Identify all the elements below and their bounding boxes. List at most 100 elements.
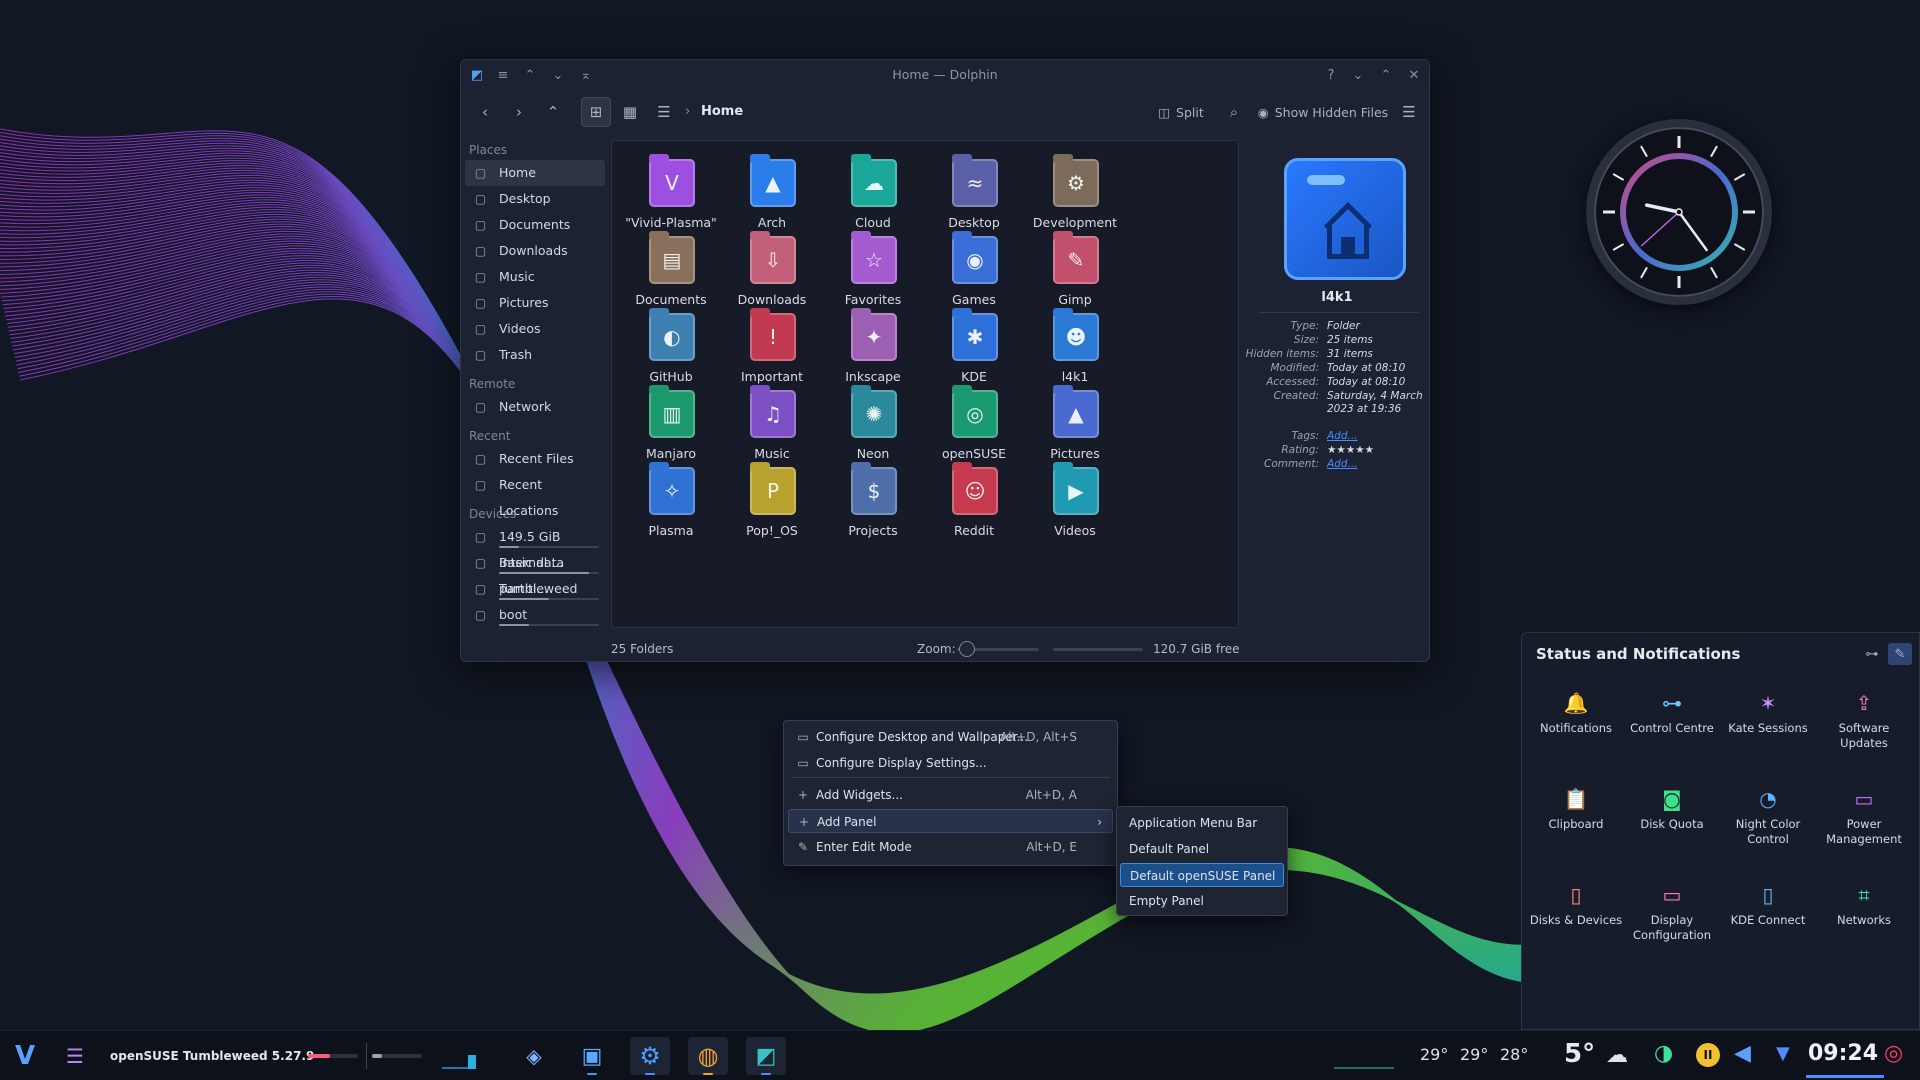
tray-item[interactable]: ⌗ Networks [1816,881,1912,928]
places-item[interactable]: ▢ Downloads [465,238,605,264]
folder-item[interactable]: ☺ Reddit [919,457,1029,547]
places-item[interactable]: ▢ 149.5 GiB Internal ... [465,524,605,570]
taskbar-app-firefox[interactable]: ◍ [688,1037,728,1075]
taskbar-app-tool[interactable]: ◈ [514,1037,554,1075]
file-grid[interactable]: V "Vivid-Plasma" ▲ Arch ☁ Cloud ≈ Deskto… [611,140,1239,628]
back-button[interactable]: ‹ [471,97,499,127]
places-item[interactable]: ▢ Recent Files [465,446,605,472]
tray-expand-icon[interactable]: ▼ [1776,1043,1790,1064]
volume-icon[interactable]: ◀ [1734,1041,1751,1066]
launcher-v-icon: V [14,1041,36,1071]
tray-item[interactable]: ▯ KDE Connect [1720,881,1816,928]
forward-button[interactable]: › [505,97,533,127]
tray-item[interactable]: ◔ Night Color Control [1720,785,1816,847]
places-item[interactable]: ▢ Documents [465,212,605,238]
folder-item[interactable]: $ Projects [818,457,928,547]
compact-view-button[interactable]: ▦ [615,97,645,127]
status-notifications-popup[interactable]: Status and Notifications ⊶ ✎ 🔔 Notificat… [1521,632,1920,1030]
tray-item[interactable]: ⊶ Control Centre [1624,689,1720,736]
taskbar-app-settings[interactable]: ⚙ [630,1037,670,1075]
places-item[interactable]: ▢ Trash [465,342,605,368]
places-item[interactable]: ▢ Music [465,264,605,290]
folder-emblem: ☻ [1065,325,1087,349]
menu-item-shortcut: Alt+D, A [1025,788,1077,802]
window-list-button[interactable]: ☰ [60,1037,90,1075]
folder-item[interactable]: ▶ Videos [1020,457,1130,547]
tray-item[interactable]: ▭ Display Configuration [1624,881,1720,943]
places-item[interactable]: ▢ boot [465,602,605,628]
add-panel-submenu[interactable]: Application Menu Bar Default Panel Default… [1116,806,1288,916]
show-hidden-files-button[interactable]: ◉ Show Hidden Files [1255,97,1391,127]
places-item[interactable]: ▢ Home [465,160,605,186]
info-value[interactable]: Add... [1327,458,1425,471]
submenu-item[interactable]: Empty Panel [1120,889,1284,913]
close-icon[interactable]: ✕ [1403,64,1425,86]
places-item[interactable]: ▢ Recent Locations [465,472,605,518]
icons-view-button[interactable]: ⊞ [581,97,611,127]
context-menu-item[interactable]: ✎ Enter Edit Mode Alt+D, E [788,835,1113,859]
places-item[interactable]: ▢ Network [465,394,605,420]
context-menu-item[interactable]: ▭ Configure Desktop and Wallpaper... Alt… [788,725,1113,749]
minimize-icon[interactable]: ⌄ [1347,64,1369,86]
taskbar-app-dolphin[interactable]: ◩ [746,1037,786,1075]
dolphin-window[interactable]: ◩ ≡ ⌃ ⌄ ⌅ Home — Dolphin ? ⌄ ⌃ ✕ ‹ › ⌃ ⊞… [460,59,1430,662]
places-item[interactable]: ▢ Basic data partiti... [465,550,605,596]
rating-stars[interactable]: ★★★★★ [1327,444,1425,457]
places-item[interactable]: ▢ Pictures [465,290,605,316]
context-menu-item[interactable]: + Add Widgets... Alt+D, A [788,783,1113,807]
help-icon[interactable]: ? [1320,64,1342,86]
submenu-item[interactable]: Default Panel [1120,837,1284,861]
weather-temp[interactable]: 5° [1564,1039,1595,1069]
info-value[interactable]: Add... [1327,430,1425,443]
pause-icon[interactable]: II [1696,1043,1720,1067]
taskbar-app-discover[interactable]: ▣ [572,1037,612,1075]
activity-graph [1334,1067,1394,1069]
places-item[interactable]: ▢ Tumbleweed [465,576,605,602]
maximize-icon[interactable]: ⌃ [1375,64,1397,86]
context-menu-item[interactable]: + Add Panel › [788,809,1113,833]
tray-item[interactable]: ⇪ Software Updates [1816,689,1912,751]
folder-icon: V [649,154,695,207]
folder-icon: ⚙ [1053,154,1099,207]
analog-clock-widget[interactable] [1586,119,1772,305]
search-icon: ⌕ [1229,103,1239,121]
information-panel: l4k1 Type: Folder Size: 25 items Hidden … [1246,140,1425,628]
eye-icon: ◉ [1257,104,1269,120]
tray-item[interactable]: ◙ Disk Quota [1624,785,1720,832]
tray-item-label: Night Color Control [1735,817,1801,846]
up-button[interactable]: ⌃ [539,97,567,127]
title-bar[interactable]: ◩ ≡ ⌃ ⌄ ⌅ Home — Dolphin ? ⌄ ⌃ ✕ [461,60,1429,90]
info-row: Size: 25 items [1249,334,1425,348]
folder-icon: ▲ [750,154,796,207]
tray-item[interactable]: ✶ Kate Sessions [1720,689,1816,736]
split-button[interactable]: ◫ Split [1149,97,1213,127]
tray-item[interactable]: ▭ Power Management [1816,785,1912,847]
folder-item[interactable]: ✧ Plasma [616,457,726,547]
configure-button[interactable]: ⊶ [1860,643,1884,665]
pin-button[interactable]: ✎ [1888,643,1912,665]
tray-item[interactable]: ▯ Disks & Devices [1528,881,1624,928]
audio-player-icon[interactable]: ◑ [1654,1041,1673,1066]
application-launcher-button[interactable]: V [8,1037,42,1075]
tray-item[interactable]: 📋 Clipboard [1528,785,1624,832]
breadcrumb[interactable]: Home [701,97,743,127]
info-key: Comment: [1264,458,1319,470]
home-icon: ▢ [474,166,487,180]
folder-icon: ♫ [750,385,796,438]
search-button[interactable]: ⌕ [1219,97,1249,127]
submenu-item[interactable]: Default openSUSE Panel [1120,863,1284,887]
folder-item[interactable]: P Pop!_OS [717,457,827,547]
folder-icon: ⇩ [750,231,796,284]
submenu-item[interactable]: Application Menu Bar [1120,811,1284,835]
weather-cloud-icon[interactable]: ☁ [1606,1043,1628,1068]
details-view-button[interactable]: ☰ [649,97,679,127]
zoom-slider-handle[interactable] [959,641,975,657]
desktop-context-menu[interactable]: ▭ Configure Desktop and Wallpaper... Alt… [783,720,1118,866]
digital-clock[interactable]: 09:24 [1808,1041,1878,1066]
hamburger-menu-button[interactable]: ☰ [1395,97,1423,127]
context-menu-item[interactable]: ▭ Configure Display Settings... [788,751,1113,775]
places-item[interactable]: ▢ Desktop [465,186,605,212]
places-item[interactable]: ▢ Videos [465,316,605,342]
peek-desktop-icon[interactable]: ◎ [1884,1041,1903,1066]
tray-item[interactable]: 🔔 Notifications [1528,689,1624,736]
